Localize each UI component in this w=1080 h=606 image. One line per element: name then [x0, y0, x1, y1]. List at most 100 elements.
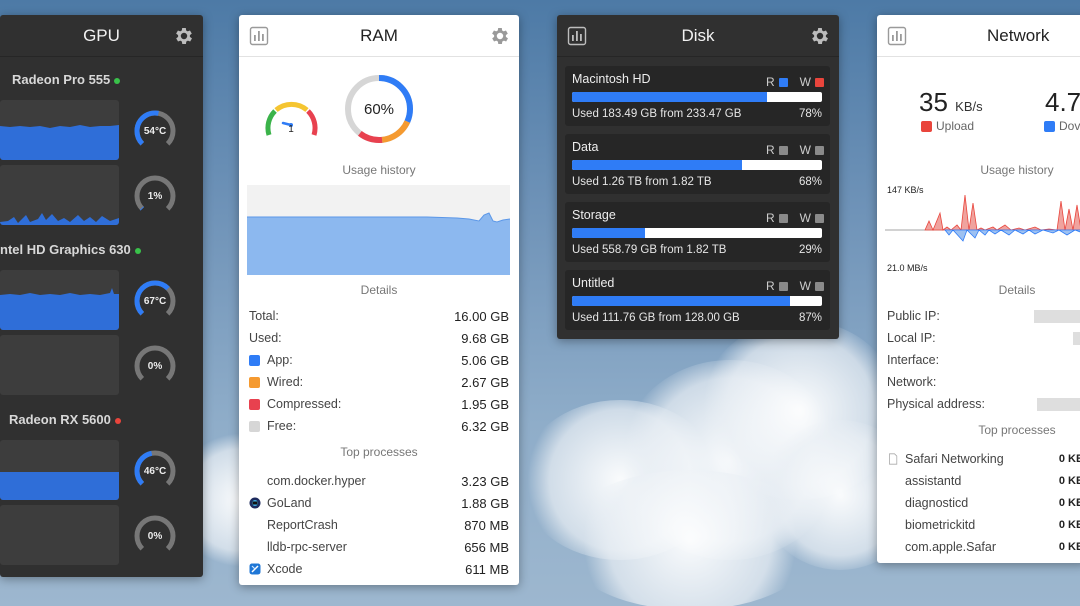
memory-pressure-value: 1: [288, 124, 294, 135]
chart-icon[interactable]: [249, 26, 269, 46]
goland-icon: [249, 497, 261, 509]
process-row[interactable]: GoLand 1.88 GB: [249, 493, 509, 513]
detail-row: Wired: 2.67 GB: [249, 372, 509, 392]
gear-icon[interactable]: [489, 25, 511, 47]
gpu-temperature-value: 67°C: [143, 295, 167, 307]
detail-label: Physical address:: [887, 397, 985, 411]
disk-percent: 29%: [798, 244, 822, 256]
disk-name: Data: [572, 140, 599, 154]
redacted-value: [1037, 398, 1080, 411]
disk-card[interactable]: Storage R W Used 558.79 GB from 1.82 TB 2…: [565, 202, 830, 262]
process-row[interactable]: assistantd 0 KB/: [887, 471, 1080, 491]
process-value: 3.23 GB: [461, 473, 509, 489]
read-label: R: [766, 75, 775, 89]
disk-percent: 68%: [798, 176, 822, 188]
process-row[interactable]: com.apple.Safar 0 KB/: [887, 537, 1080, 557]
disk-card[interactable]: Data R W Used 1.26 TB from 1.82 TB 68%: [565, 134, 830, 194]
compressed-color-swatch: [249, 398, 260, 410]
disk-usage-bar: [572, 160, 822, 170]
process-row[interactable]: biometrickitd 0 KB/: [887, 515, 1080, 535]
process-row[interactable]: diagnosticd 0 KB/: [887, 493, 1080, 513]
disk-used-text: Used 111.76 GB from 128.00 GB: [572, 312, 740, 324]
process-name: com.docker.hyper: [267, 474, 366, 488]
gpu-usage-gauge: 1%: [132, 173, 178, 219]
read-indicator: [778, 213, 788, 223]
network-header: Network: [877, 15, 1080, 57]
disk-card[interactable]: Macintosh HD R W Used 183.49 GB from 233.…: [565, 66, 830, 126]
gpu-device-name: Radeon Pro 555: [12, 72, 121, 87]
usage-history-title: Usage history: [980, 163, 1054, 177]
disk-used-text: Used 558.79 GB from 1.82 TB: [572, 244, 727, 256]
document-icon: [887, 453, 899, 465]
app-color-swatch: [249, 354, 260, 366]
network-panel: Network 35 KB/s Upload 4.7 Dov Usage his…: [877, 15, 1080, 563]
disk-card[interactable]: Untitled R W Used 111.76 GB from 128.00 G…: [565, 270, 830, 330]
ram-header: RAM: [239, 15, 519, 57]
process-row[interactable]: com.docker.hyper 3.23 GB: [249, 471, 509, 491]
download-label: Dov: [1044, 119, 1080, 133]
detail-value: 5.06 GB: [461, 352, 509, 368]
ram-usage-donut: 60%: [343, 73, 415, 145]
process-row[interactable]: Xcode 611 MB: [249, 559, 509, 579]
detail-label: Wired:: [267, 375, 304, 389]
process-row[interactable]: ReportCrash 870 MB: [249, 515, 509, 535]
gpu-panel: GPU Radeon Pro 555 54°C 1% ntel HD Graph…: [0, 15, 203, 577]
write-label: W: [799, 75, 811, 89]
write-indicator: [815, 213, 824, 223]
detail-row: Local IP:: [887, 328, 1080, 348]
redacted-value: [1034, 310, 1080, 323]
detail-row: Used: 9.68 GB: [249, 328, 509, 348]
process-name: lldb-rpc-server: [267, 540, 347, 554]
gear-icon[interactable]: [173, 25, 195, 47]
wired-color-swatch: [249, 376, 260, 388]
gpu-usage-gauge: 0%: [132, 343, 178, 389]
read-label: R: [766, 279, 775, 293]
gpu-usage-chart: [0, 270, 119, 330]
disk-usage-bar: [572, 296, 822, 306]
gpu-temperature-gauge: 46°C: [132, 448, 178, 494]
gpu-load-chart: [0, 505, 119, 565]
process-row[interactable]: Safari Networking 0 KB/: [887, 449, 1080, 469]
memory-pressure-gauge: 1: [261, 91, 321, 141]
write-label: W: [799, 279, 811, 293]
chart-icon[interactable]: [887, 26, 907, 46]
process-row[interactable]: lldb-rpc-server 656 MB: [249, 537, 509, 557]
detail-label: Interface:: [887, 353, 940, 367]
process-value: 0 KB/: [1058, 519, 1080, 531]
process-value: 0 KB/: [1058, 541, 1080, 553]
details-title: Details: [360, 283, 398, 297]
chart-icon[interactable]: [567, 26, 587, 46]
network-history-chart: 147 KB/s 21.0 MB/s: [885, 183, 1080, 275]
detail-row: App: 5.06 GB: [249, 350, 509, 370]
process-value: 0 KB/: [1058, 475, 1080, 487]
read-indicator: [778, 77, 788, 87]
detail-value: 2.67 GB: [461, 374, 509, 390]
process-value: 611 MB: [465, 561, 509, 577]
disk-name: Storage: [572, 208, 616, 222]
disk-name: Untitled: [572, 276, 615, 290]
gear-icon[interactable]: [809, 25, 831, 47]
read-indicator: [778, 281, 788, 291]
details-title: Details: [998, 283, 1036, 297]
gpu-device-name: Radeon RX 5600: [9, 412, 121, 427]
write-indicator: [815, 77, 824, 87]
top-processes-title: Top processes: [978, 423, 1056, 437]
process-name: GoLand: [267, 496, 312, 510]
read-indicator: [778, 145, 788, 155]
gpu-temperature-value: 54°C: [143, 125, 167, 137]
download-speed: 4.7: [1045, 87, 1080, 117]
gpu-temperature-gauge: 67°C: [132, 278, 178, 324]
gpu-usage-gauge: 0%: [132, 513, 178, 559]
process-value: 1.88 GB: [461, 495, 509, 511]
gpu-header: GPU: [0, 15, 203, 57]
usage-history-title: Usage history: [342, 163, 416, 177]
detail-label: Network:: [887, 375, 937, 389]
gpu-title: GPU: [83, 25, 120, 45]
process-name: diagnosticd: [905, 496, 969, 510]
disk-name: Macintosh HD: [572, 72, 651, 86]
disk-title: Disk: [681, 25, 715, 45]
disk-used-text: Used 1.26 TB from 1.82 TB: [572, 176, 712, 188]
detail-label: Free:: [267, 419, 297, 433]
disk-used-text: Used 183.49 GB from 233.47 GB: [572, 108, 742, 120]
detail-label: Public IP:: [887, 309, 940, 323]
